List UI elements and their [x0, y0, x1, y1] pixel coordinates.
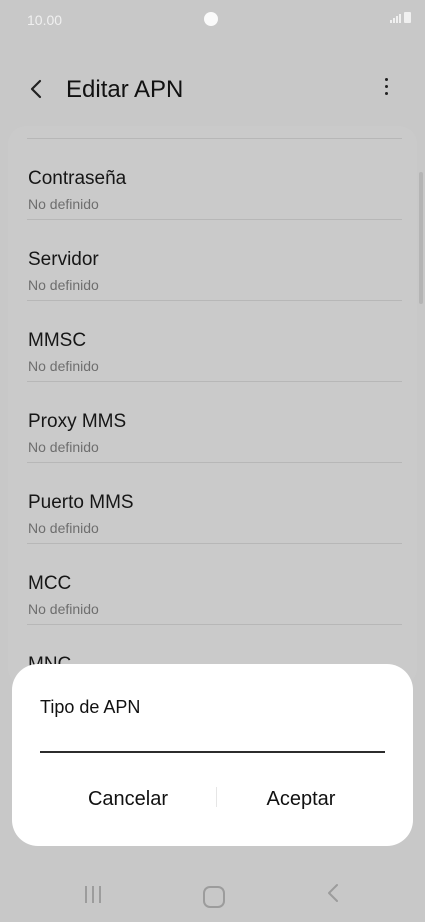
item-value: No definido: [28, 277, 99, 293]
home-icon[interactable]: [194, 876, 234, 910]
divider: [27, 543, 402, 544]
button-divider: [216, 787, 217, 807]
divider: [27, 138, 402, 139]
back-arrow-icon[interactable]: [22, 74, 52, 104]
list-item-puerto-mms[interactable]: Puerto MMS No definido: [8, 462, 417, 543]
item-label: MMSC: [28, 330, 87, 351]
item-value: No definido: [28, 196, 99, 212]
list-item-proxy-mms[interactable]: Proxy MMS No definido: [8, 381, 417, 462]
list-item-mcc[interactable]: MCC No definido: [8, 543, 417, 624]
status-time: 10.00: [27, 12, 63, 28]
back-nav-icon[interactable]: [314, 876, 354, 910]
divider: [27, 624, 402, 625]
navigation-bar: [0, 862, 425, 922]
item-label: Contraseña: [28, 168, 127, 189]
item-value: No definido: [28, 439, 99, 455]
divider: [27, 381, 402, 382]
status-icons: [390, 12, 411, 23]
apn-type-dialog: Tipo de APN Cancelar Aceptar: [12, 664, 413, 846]
item-value: No definido: [28, 358, 99, 374]
list-item-mmsc[interactable]: MMSC No definido: [8, 300, 417, 381]
dialog-title: Tipo de APN: [40, 697, 141, 717]
input-underline: [40, 751, 385, 753]
accept-button[interactable]: Aceptar: [226, 780, 376, 818]
settings-list: Contraseña No definido Servidor No defin…: [8, 126, 417, 686]
divider: [27, 300, 402, 301]
camera-cutout: [204, 12, 218, 26]
item-value: No definido: [28, 601, 99, 617]
item-label: Servidor: [28, 249, 99, 270]
divider: [27, 219, 402, 220]
battery-icon: [404, 12, 411, 23]
item-label: MCC: [28, 573, 72, 594]
list-item-contrasena[interactable]: Contraseña No definido: [8, 138, 417, 219]
divider: [27, 462, 402, 463]
recent-apps-icon[interactable]: [75, 876, 115, 910]
phone-screen: 10.00 Editar APN Contraseña No definido …: [0, 0, 425, 922]
item-label: Proxy MMS: [28, 411, 127, 432]
signal-icon: [390, 13, 401, 23]
status-bar: 10.00: [0, 0, 425, 40]
item-label: Puerto MMS: [28, 492, 134, 513]
app-header: Editar APN: [0, 60, 425, 120]
cancel-button[interactable]: Cancelar: [53, 780, 203, 818]
apn-type-input[interactable]: [40, 720, 389, 752]
scrollbar[interactable]: [419, 172, 423, 304]
page-title: Editar APN: [66, 76, 184, 103]
list-item-servidor[interactable]: Servidor No definido: [8, 219, 417, 300]
more-options-icon[interactable]: [375, 74, 397, 104]
item-value: No definido: [28, 520, 99, 536]
